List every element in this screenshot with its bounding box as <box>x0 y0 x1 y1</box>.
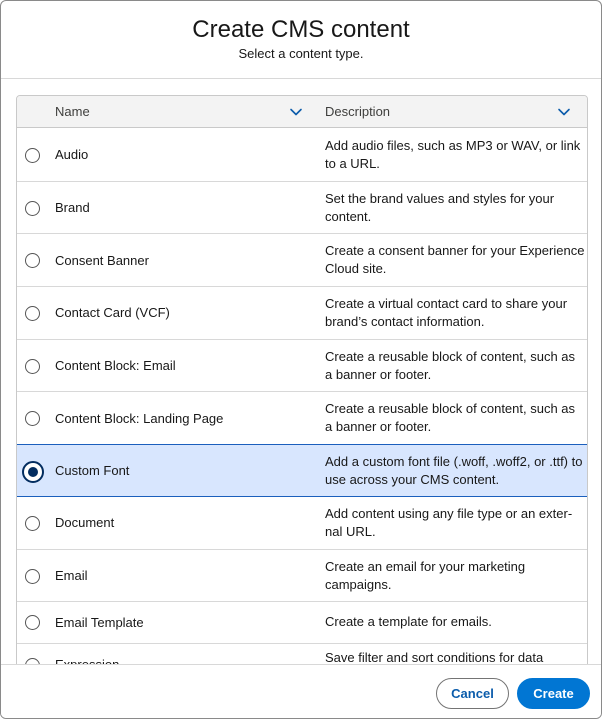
column-header-name[interactable]: Name <box>55 96 307 128</box>
column-header-label: Description <box>325 104 391 119</box>
row-name: Email Template <box>55 615 144 631</box>
radio-button[interactable] <box>25 306 40 322</box>
row-name: Email <box>55 567 88 583</box>
modal-subtitle: Select a content type. <box>238 46 364 61</box>
modal-header: Create CMS content Select a content type… <box>1 1 601 79</box>
radio-button[interactable] <box>25 568 40 584</box>
row-description: Create a reusable block of content, such… <box>325 401 576 435</box>
row-description: Create a consent banner for your Experie… <box>325 243 585 277</box>
row-description: Add a custom font file (.woff, .woff2, o… <box>325 454 583 488</box>
create-cms-content-modal: Create CMS content Select a content type… <box>0 0 602 719</box>
radio-button[interactable] <box>25 615 40 631</box>
row-name: Audio <box>55 147 89 163</box>
chevron-down-icon[interactable] <box>557 105 571 119</box>
chevron-down-icon[interactable] <box>289 105 303 119</box>
cancel-button[interactable]: Cancel <box>436 678 509 709</box>
table-header: Name Description <box>17 96 587 128</box>
column-header-label: Name <box>55 104 90 119</box>
radio-button[interactable] <box>25 358 40 374</box>
column-header-description[interactable]: Description <box>325 96 587 128</box>
create-button[interactable]: Create <box>517 678 590 709</box>
row-description: Create a virtual contact card to share y… <box>325 296 568 330</box>
modal-title: Create CMS content <box>192 16 410 43</box>
table-row[interactable]: Email Template Create a template for ema… <box>17 602 587 645</box>
row-description: Set the brand values and styles for your… <box>325 190 555 224</box>
modal-footer: Cancel Create <box>1 664 601 718</box>
table-row[interactable]: Content Block: Email Create a reusable b… <box>17 339 587 393</box>
row-description: Add audio files, such as MP3 or WAV, or … <box>325 138 581 171</box>
table-row[interactable]: Audio Add audio files, such as MP3 or WA… <box>17 129 587 182</box>
table-row[interactable]: Document Add content using any file type… <box>17 496 587 550</box>
row-name: Document <box>55 515 115 531</box>
row-description: Save filter and sort conditions for data <box>325 650 544 664</box>
row-name: Brand <box>55 200 90 216</box>
row-description: Create an email for your marketing campa… <box>325 558 526 592</box>
row-description: Create a reusable block of content, such… <box>325 348 576 382</box>
row-name: Content Block: Landing Page <box>55 410 224 426</box>
row-name: Consent Banner <box>55 252 149 268</box>
radio-button[interactable] <box>25 411 40 427</box>
modal-body[interactable]: Name Description Audio Add audio files, … <box>1 80 601 664</box>
row-name: Custom Font <box>55 462 130 478</box>
table-body: Audio Add audio files, such as MP3 or WA… <box>17 129 587 664</box>
radio-button[interactable] <box>25 148 40 163</box>
table-row[interactable]: Expression Save filter and sort conditio… <box>17 644 587 664</box>
content-type-table: Name Description Audio Add audio files, … <box>16 95 588 664</box>
radio-button[interactable] <box>25 200 40 216</box>
table-row-selected[interactable]: Custom Font Add a custom font file (.wof… <box>17 444 587 497</box>
radio-button[interactable] <box>25 515 40 531</box>
table-row[interactable]: Content Block: Landing Page Create a reu… <box>17 392 587 446</box>
table-row[interactable]: Email Create an email for your marketing… <box>17 549 587 603</box>
table-row[interactable]: Contact Card (VCF) Create a virtual cont… <box>17 287 587 340</box>
row-description: Add content using any file type or an ex… <box>325 505 573 539</box>
row-name: Content Block: Email <box>55 358 176 374</box>
row-description: Create a template for emails. <box>325 614 492 630</box>
radio-button-selected[interactable] <box>22 461 44 484</box>
radio-button[interactable] <box>25 253 40 269</box>
row-name: Expression <box>55 644 315 664</box>
row-name: Contact Card (VCF) <box>55 305 170 321</box>
table-row[interactable]: Brand Set the brand values and styles fo… <box>17 181 587 235</box>
table-row[interactable]: Consent Banner Create a consent banner f… <box>17 234 587 288</box>
